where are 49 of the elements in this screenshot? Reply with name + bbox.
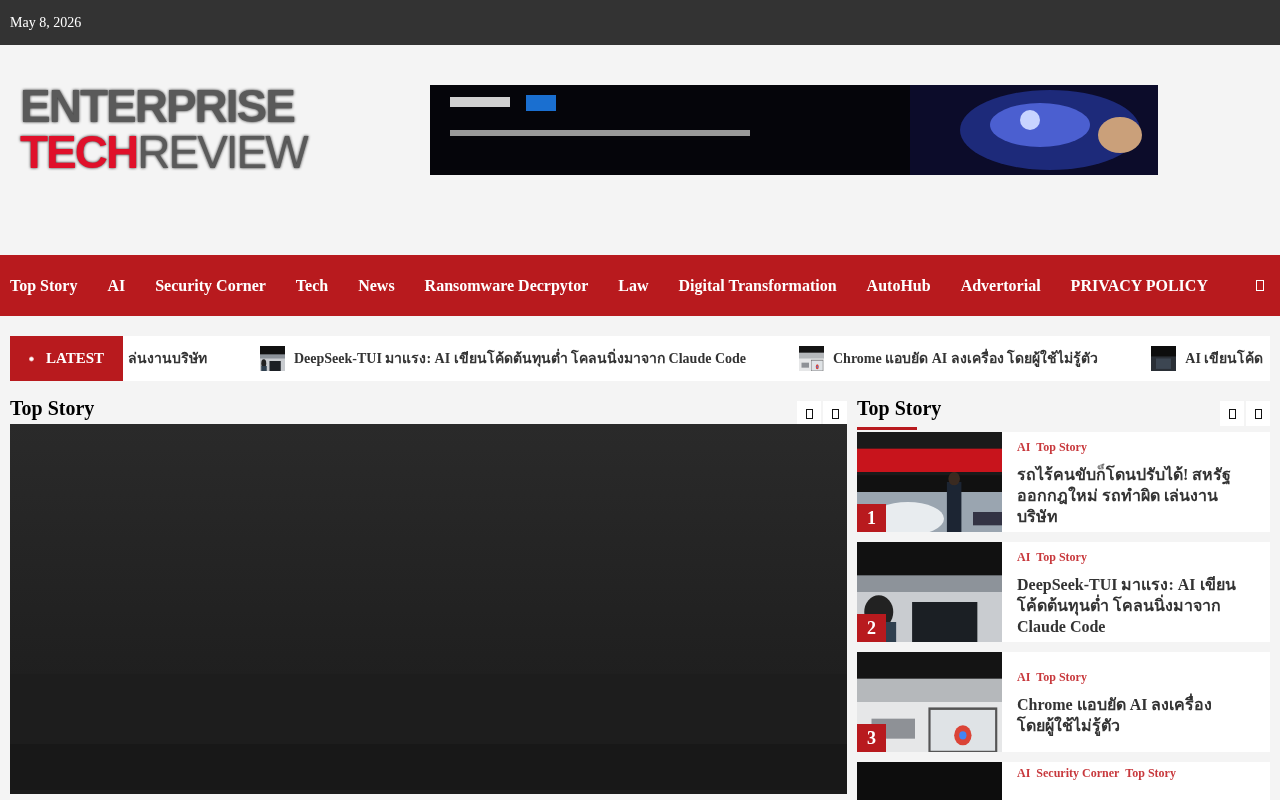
- rank-badge: 1: [857, 504, 886, 532]
- search-button[interactable]: [1254, 278, 1266, 293]
- next-button[interactable]: [1246, 401, 1270, 426]
- nav-link[interactable]: Tech: [295, 273, 329, 298]
- nav-link[interactable]: Advertorial: [960, 273, 1041, 298]
- story-card[interactable]: AI Security Corner Top Story: [857, 762, 1270, 800]
- category-link[interactable]: Top Story: [1036, 437, 1087, 456]
- category-link[interactable]: AI: [1017, 437, 1031, 456]
- nav-link[interactable]: Law: [618, 273, 649, 298]
- story-title-link[interactable]: รถไร้คนขับก็โดนปรับได้! สหรัฐออกกฎใหม่ รถทำผิด เล่นงานบริษัท: [1017, 463, 1242, 527]
- ticker-link[interactable]: Chrome แอบยัด AI ลงเครื่อง โดยผู้ใช้ไม่รู้ตัว: [833, 348, 1099, 369]
- date-text: May 8, 2026: [10, 14, 82, 32]
- story-title-link[interactable]: Chrome แอบยัด AI ลงเครื่อง โดยผู้ใช้ไม่รู้ตัว: [1017, 694, 1242, 736]
- section-title: Top Story: [857, 396, 942, 421]
- next-icon: [1254, 408, 1262, 419]
- rank-badge: 2: [857, 614, 886, 642]
- nav-link[interactable]: Top Story: [10, 273, 78, 298]
- previous-button[interactable]: [1220, 401, 1244, 426]
- category-link[interactable]: AI: [1017, 547, 1031, 566]
- category-link[interactable]: Top Story: [1036, 547, 1087, 566]
- nav-link[interactable]: News: [358, 273, 395, 298]
- previous-icon: [805, 408, 813, 419]
- site-logo[interactable]: ENTERPRISE TECHREVIEW: [16, 79, 336, 179]
- story-title-link[interactable]: DeepSeek-TUI มาแรง: AI เขียนโค้ดต้นทุนต่ำ โคลนนิ่งมาจาก Claude Code: [1017, 573, 1242, 637]
- nav-link[interactable]: Digital Transformation: [678, 273, 837, 298]
- nav-link[interactable]: Security Corner: [155, 273, 266, 298]
- category-link[interactable]: Security Corner: [1036, 764, 1120, 782]
- category-link[interactable]: AI: [1017, 668, 1031, 686]
- next-button[interactable]: [823, 401, 847, 426]
- latest-text: LATEST: [45, 349, 104, 369]
- nav-link[interactable]: AI: [107, 273, 126, 298]
- previous-button[interactable]: [797, 401, 821, 426]
- ticker-link[interactable]: DeepSeek-TUI มาแรง: AI เขียนโค้ดต้นทุนต่ำ โคลนนิ่งมาจาก Claude Code: [294, 348, 746, 369]
- section-title: Top Story: [10, 396, 95, 421]
- nav-link[interactable]: Ransomware Decrpytor: [424, 273, 589, 298]
- nav-link[interactable]: AutoHub: [866, 273, 931, 298]
- ticker-link[interactable]: AI เขียนโค้ด: [1185, 348, 1264, 369]
- previous-icon: [1228, 408, 1236, 419]
- nav-link[interactable]: PRIVACY POLICY: [1070, 273, 1208, 298]
- story-card[interactable]: 2 AI Top Story DeepSeek-TUI มาแรง: AI เขียนโค้ดต้นทุนต่ำ โคลนนิ่งมาจาก Claude Code: [857, 542, 1270, 642]
- category-link[interactable]: Top Story: [1125, 764, 1176, 782]
- category-link[interactable]: AI: [1017, 764, 1031, 782]
- story-card[interactable]: 1 AI Top Story รถไร้คนขับก็โดนปรับได้! สหรัฐออกกฎใหม่ รถทำผิด เล่นงานบริษัท: [857, 432, 1270, 532]
- search-icon: [1256, 280, 1264, 291]
- story-card[interactable]: 3 AI Top Story Chrome แอบยัด AI ลงเครื่อง โดยผู้ใช้ไม่รู้ตัว: [857, 652, 1270, 752]
- ticker-link[interactable]: ล่นงานบริษัท: [128, 348, 207, 369]
- rank-badge: 3: [857, 724, 886, 752]
- category-link[interactable]: Top Story: [1036, 668, 1087, 686]
- next-icon: [831, 408, 839, 419]
